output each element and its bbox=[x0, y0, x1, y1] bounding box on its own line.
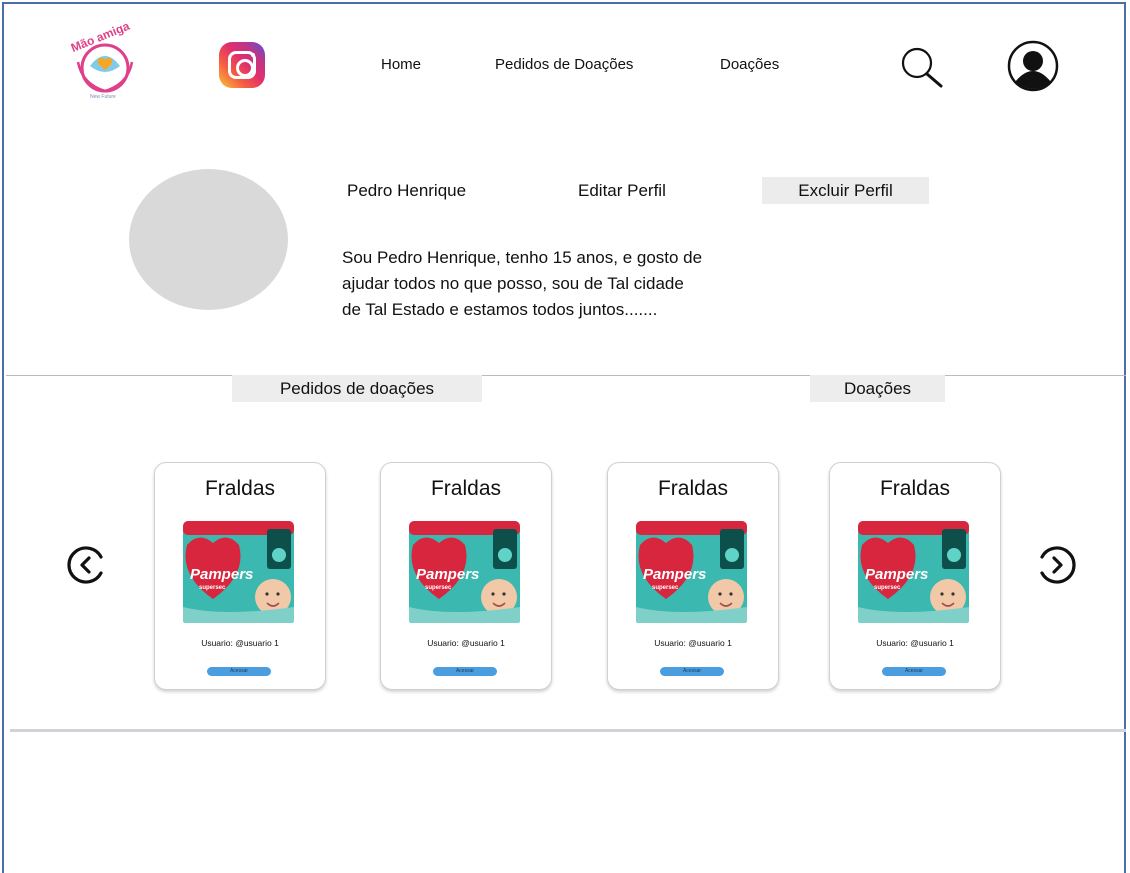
access-button[interactable]: Acessar bbox=[882, 667, 946, 676]
carousel-next-icon[interactable] bbox=[1036, 545, 1076, 585]
card-title: Fraldas bbox=[879, 477, 951, 500]
pampers-diaper-image: Pampers supersec bbox=[856, 519, 971, 625]
access-button[interactable]: Acessar bbox=[660, 667, 724, 676]
card-title: Fraldas bbox=[657, 477, 729, 500]
bio-line: de Tal Estado e estamos todos juntos....… bbox=[342, 300, 658, 319]
pampers-diaper-image: Pampers supersec bbox=[181, 519, 296, 625]
logo-tagline: New Future bbox=[90, 94, 116, 100]
donation-card[interactable]: Fraldas Pampers supersec Usuario: @usuar… bbox=[607, 462, 779, 690]
section-divider bbox=[6, 375, 1126, 376]
svg-text:Pampers: Pampers bbox=[865, 566, 928, 583]
profile-avatar bbox=[129, 169, 288, 310]
logo-text: Mão amiga bbox=[69, 24, 132, 55]
pampers-diaper-image: Pampers supersec bbox=[407, 519, 522, 625]
nav-doacoes[interactable]: Doações bbox=[720, 56, 779, 73]
pampers-diaper-image: Pampers supersec bbox=[634, 519, 749, 625]
user-icon[interactable] bbox=[1007, 40, 1059, 92]
search-icon[interactable] bbox=[899, 44, 945, 90]
card-username: Usuario: @usuario 1 bbox=[654, 638, 732, 648]
tab-pedidos-de-doacoes[interactable]: Pedidos de doações bbox=[232, 375, 482, 402]
page-frame bbox=[2, 2, 1126, 873]
card-username: Usuario: @usuario 1 bbox=[201, 638, 279, 648]
edit-profile-link[interactable]: Editar Perfil bbox=[578, 181, 666, 201]
instagram-icon[interactable] bbox=[219, 42, 265, 88]
carousel-prev-icon[interactable] bbox=[67, 545, 107, 585]
svg-text:supersec: supersec bbox=[874, 585, 901, 591]
card-username: Usuario: @usuario 1 bbox=[427, 638, 505, 648]
access-button[interactable]: Acessar bbox=[433, 667, 497, 676]
svg-text:supersec: supersec bbox=[652, 585, 679, 591]
bio-line: Sou Pedro Henrique, tenho 15 anos, e gos… bbox=[342, 248, 703, 267]
svg-text:Pampers: Pampers bbox=[190, 566, 253, 583]
svg-text:supersec: supersec bbox=[199, 585, 226, 591]
mao-amiga-logo: Mão amiga New Future bbox=[69, 24, 134, 100]
bio-line: ajudar todos no que posso, sou de Tal ci… bbox=[342, 274, 684, 293]
svg-text:Pampers: Pampers bbox=[643, 566, 706, 583]
card-username: Usuario: @usuario 1 bbox=[876, 638, 954, 648]
card-title: Fraldas bbox=[430, 477, 502, 500]
footer-divider bbox=[10, 729, 1126, 732]
nav-home[interactable]: Home bbox=[381, 56, 421, 73]
access-button[interactable]: Acessar bbox=[207, 667, 271, 676]
delete-profile-button[interactable]: Excluir Perfil bbox=[762, 177, 929, 204]
card-title: Fraldas bbox=[204, 477, 276, 500]
tab-doacoes[interactable]: Doações bbox=[810, 375, 945, 402]
donation-card[interactable]: Fraldas Pampers supersec Usuario: @usuar… bbox=[154, 462, 326, 690]
profile-name: Pedro Henrique bbox=[347, 181, 467, 200]
donation-card[interactable]: Fraldas Pampers supersec Usuario: @usuar… bbox=[829, 462, 1001, 690]
profile-bio: Sou Pedro Henrique, tenho 15 anos, e gos… bbox=[342, 245, 762, 323]
svg-text:Pampers: Pampers bbox=[416, 566, 479, 583]
donation-card[interactable]: Fraldas Pampers supersec Usuario: @usuar… bbox=[380, 462, 552, 690]
svg-text:supersec: supersec bbox=[425, 585, 452, 591]
nav-pedidos-de-doacoes[interactable]: Pedidos de Doações bbox=[495, 56, 633, 73]
